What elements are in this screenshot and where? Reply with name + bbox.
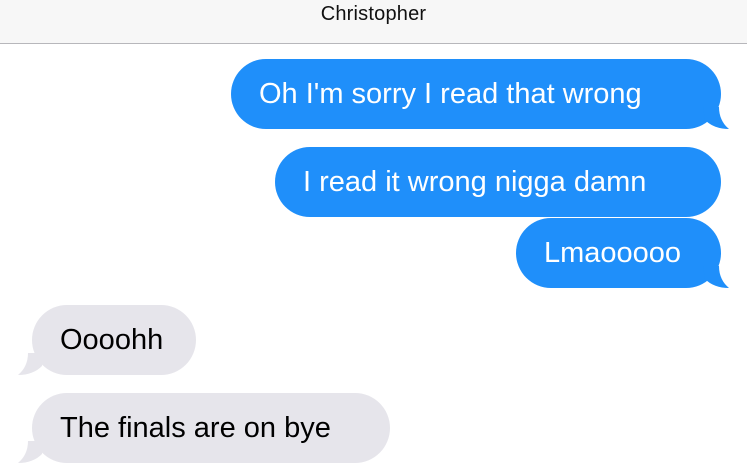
- message-bubble-sent[interactable]: I read it wrong nigga damn: [275, 147, 721, 217]
- message-text: Lmaooooo: [544, 237, 682, 269]
- message-bubble-received[interactable]: The finals are on bye: [32, 393, 390, 463]
- message-text: The finals are on bye: [60, 412, 331, 444]
- contact-name[interactable]: Christopher: [0, 3, 747, 26]
- bubble-tail-icon: [18, 353, 44, 375]
- message-bubble-received[interactable]: Oooohh: [32, 305, 196, 375]
- bubble-tail-icon: [18, 441, 44, 463]
- message-bubble-sent[interactable]: Lmaooooo: [516, 218, 721, 288]
- message-text: Oooohh: [60, 324, 164, 356]
- bubble-tail-icon: [703, 266, 729, 288]
- message-text: Oh I'm sorry I read that wrong: [259, 78, 642, 110]
- conversation-header: Christopher: [0, 0, 747, 44]
- bubble-tail-icon: [703, 107, 729, 129]
- message-text: I read it wrong nigga damn: [303, 166, 647, 198]
- message-bubble-sent[interactable]: Oh I'm sorry I read that wrong: [231, 59, 721, 129]
